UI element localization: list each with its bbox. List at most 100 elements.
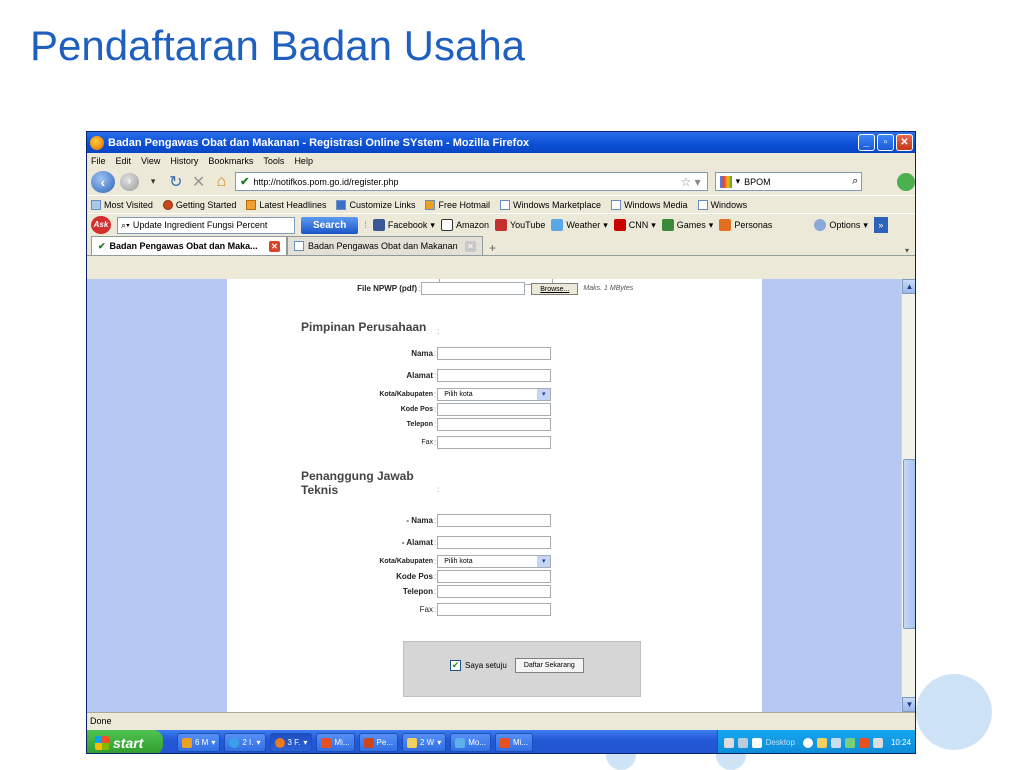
scroll-thumb[interactable] bbox=[903, 459, 915, 629]
search-box[interactable]: ▾ BPOM ⌕ bbox=[714, 172, 863, 191]
bookmark-windows[interactable]: Windows bbox=[697, 199, 747, 210]
bookmark-free-hotmail[interactable]: Free Hotmail bbox=[425, 199, 490, 210]
security-icon[interactable] bbox=[858, 737, 869, 748]
file-size-hint: Maks. 1 MBytes bbox=[583, 285, 634, 292]
sync-icon[interactable] bbox=[897, 172, 915, 191]
taskbar-item[interactable]: Mo... bbox=[450, 733, 492, 752]
toolbar-item-label: Games bbox=[676, 220, 706, 230]
new-tab-icon[interactable]: + bbox=[489, 241, 496, 255]
pj-alamat-input[interactable] bbox=[437, 536, 552, 549]
bookmark-windows-marketplace[interactable]: Windows Marketplace bbox=[500, 199, 601, 210]
menu-view[interactable]: View bbox=[141, 156, 160, 166]
search-engine-dropdown-icon[interactable]: ▾ bbox=[736, 176, 741, 187]
stop-icon[interactable]: ✕ bbox=[190, 172, 208, 192]
menu-file[interactable]: File bbox=[91, 156, 106, 166]
url-text: http://notifkos.pom.go.id/register.php bbox=[253, 176, 399, 187]
start-button[interactable]: start bbox=[87, 730, 163, 753]
site-identity-icon[interactable]: ✔ bbox=[240, 175, 249, 188]
pimpinan-kota-select[interactable]: Pilih kota ▾ bbox=[437, 388, 552, 401]
taskbar-item[interactable]: 3 F. ▾ bbox=[269, 733, 313, 752]
pimpinan-telepon-input[interactable] bbox=[437, 418, 552, 431]
tab-bpom[interactable]: Badan Pengawas Obat dan Makanan ✕ bbox=[287, 236, 483, 255]
pj-kodepos-input[interactable] bbox=[437, 570, 552, 583]
bookmark-customize-links[interactable]: Customize Links bbox=[336, 199, 415, 210]
menu-help[interactable]: Help bbox=[294, 156, 313, 166]
bookmark-latest-headlines[interactable]: Latest Headlines bbox=[246, 199, 326, 210]
back-button[interactable]: ‹ bbox=[91, 170, 115, 193]
ask-search-input[interactable]: ⌕▾ Update Ingredient Fungsi Percent bbox=[117, 216, 295, 234]
toolbar-personas[interactable]: Personas bbox=[719, 219, 772, 231]
help-icon[interactable] bbox=[751, 737, 762, 748]
expand-tray-icon[interactable] bbox=[802, 737, 813, 748]
toolbar-item-label: Weather bbox=[566, 220, 601, 230]
taskbar-item[interactable]: Mi... bbox=[495, 733, 534, 752]
toolbar-amazon[interactable]: Amazon bbox=[440, 219, 489, 231]
toolbar-youtube[interactable]: YouTube bbox=[494, 219, 545, 231]
tab-registration[interactable]: ✔ Badan Pengawas Obat dan Maka... ✕ bbox=[91, 236, 287, 255]
maximize-button[interactable]: ▫ bbox=[877, 134, 894, 151]
search-icon[interactable]: ⌕ bbox=[852, 175, 858, 188]
toolbar-cnn[interactable]: CNN ▾ bbox=[613, 219, 656, 231]
folder-icon bbox=[406, 737, 417, 748]
colon: : bbox=[437, 485, 440, 494]
home-icon[interactable]: ⌂ bbox=[212, 173, 230, 191]
taskbar-item[interactable]: 6 M ▾ bbox=[177, 733, 221, 752]
toolbar-games[interactable]: Games ▾ bbox=[661, 219, 713, 231]
minimize-button[interactable]: _ bbox=[858, 134, 875, 151]
bookmark-getting-started[interactable]: Getting Started bbox=[162, 199, 236, 210]
pimpinan-alamat-input[interactable] bbox=[437, 369, 552, 382]
pimpinan-kodepos-input[interactable] bbox=[437, 403, 552, 416]
menu-bookmarks[interactable]: Bookmarks bbox=[208, 156, 253, 166]
messenger-icon[interactable] bbox=[844, 737, 855, 748]
tab-close-icon[interactable]: ✕ bbox=[269, 240, 280, 252]
pimpinan-fax-input[interactable] bbox=[437, 436, 552, 449]
tab-close-icon[interactable]: ✕ bbox=[465, 240, 476, 252]
history-dropdown-icon[interactable]: ▾ bbox=[144, 176, 162, 187]
menu-edit[interactable]: Edit bbox=[116, 156, 132, 166]
mail-icon[interactable] bbox=[816, 737, 827, 748]
bookmark-star-icon[interactable]: ☆ ▾ bbox=[680, 175, 700, 189]
tab-list-icon[interactable]: ▾ bbox=[905, 246, 909, 255]
printer-icon[interactable] bbox=[830, 737, 841, 748]
toolbar-facebook[interactable]: Facebook ▾ bbox=[372, 219, 435, 231]
colon: : bbox=[434, 420, 437, 429]
volume-icon[interactable] bbox=[872, 737, 883, 748]
window-titlebar[interactable]: Badan Pengawas Obat dan Makanan - Regist… bbox=[87, 132, 915, 153]
menu-tools[interactable]: Tools bbox=[263, 156, 284, 166]
network-icon[interactable] bbox=[737, 737, 748, 748]
windows-logo-icon bbox=[95, 735, 109, 750]
pj-nama-input[interactable] bbox=[437, 514, 552, 527]
desktop-toolbar-label[interactable]: Desktop bbox=[766, 738, 795, 747]
app-icon bbox=[500, 737, 511, 748]
pj-kota-select[interactable]: Pilih kota ▾ bbox=[437, 555, 552, 568]
toolbar-weather[interactable]: Weather ▾ bbox=[551, 219, 608, 231]
pimpinan-nama-input[interactable] bbox=[437, 347, 552, 360]
ask-search-button[interactable]: Search bbox=[301, 216, 359, 234]
scroll-up-icon[interactable]: ▲ bbox=[902, 279, 915, 294]
close-button[interactable]: ✕ bbox=[896, 134, 913, 151]
agree-checkbox[interactable]: ✔ bbox=[450, 660, 461, 671]
google-icon[interactable] bbox=[719, 175, 732, 188]
bookmark-most-visited[interactable]: Most Visited bbox=[91, 199, 153, 210]
menu-history[interactable]: History bbox=[170, 156, 198, 166]
scroll-down-icon[interactable]: ▼ bbox=[902, 697, 915, 712]
taskbar-item[interactable]: Mi... bbox=[316, 733, 355, 752]
vertical-scrollbar[interactable]: ▲ ▼ bbox=[901, 279, 915, 712]
forward-button[interactable]: › bbox=[119, 172, 140, 191]
taskbar-item[interactable]: 2 W ▾ bbox=[401, 733, 447, 752]
pj-telepon-input[interactable] bbox=[437, 585, 552, 598]
toolbar-overflow-button[interactable]: » bbox=[873, 217, 888, 233]
msn-butterfly-icon bbox=[425, 199, 436, 210]
taskbar-item[interactable]: 2 I. ▾ bbox=[224, 733, 266, 752]
taskbar-item[interactable]: Pe... bbox=[358, 733, 398, 752]
ask-logo-icon[interactable]: Ask bbox=[91, 216, 111, 234]
browse-button[interactable]: Browse... bbox=[531, 282, 579, 295]
bookmark-windows-media[interactable]: Windows Media bbox=[611, 199, 688, 210]
pj-fax-input[interactable] bbox=[437, 603, 552, 616]
toolbar-options[interactable]: Options ▾ bbox=[814, 219, 868, 231]
url-bar[interactable]: ✔ http://notifkos.pom.go.id/register.php… bbox=[235, 172, 708, 191]
submit-button[interactable]: Daftar Sekarang bbox=[514, 658, 584, 673]
npwp-file-input[interactable] bbox=[421, 282, 526, 295]
tool-icon[interactable] bbox=[723, 737, 734, 748]
reload-icon[interactable]: ↻ bbox=[167, 172, 185, 192]
